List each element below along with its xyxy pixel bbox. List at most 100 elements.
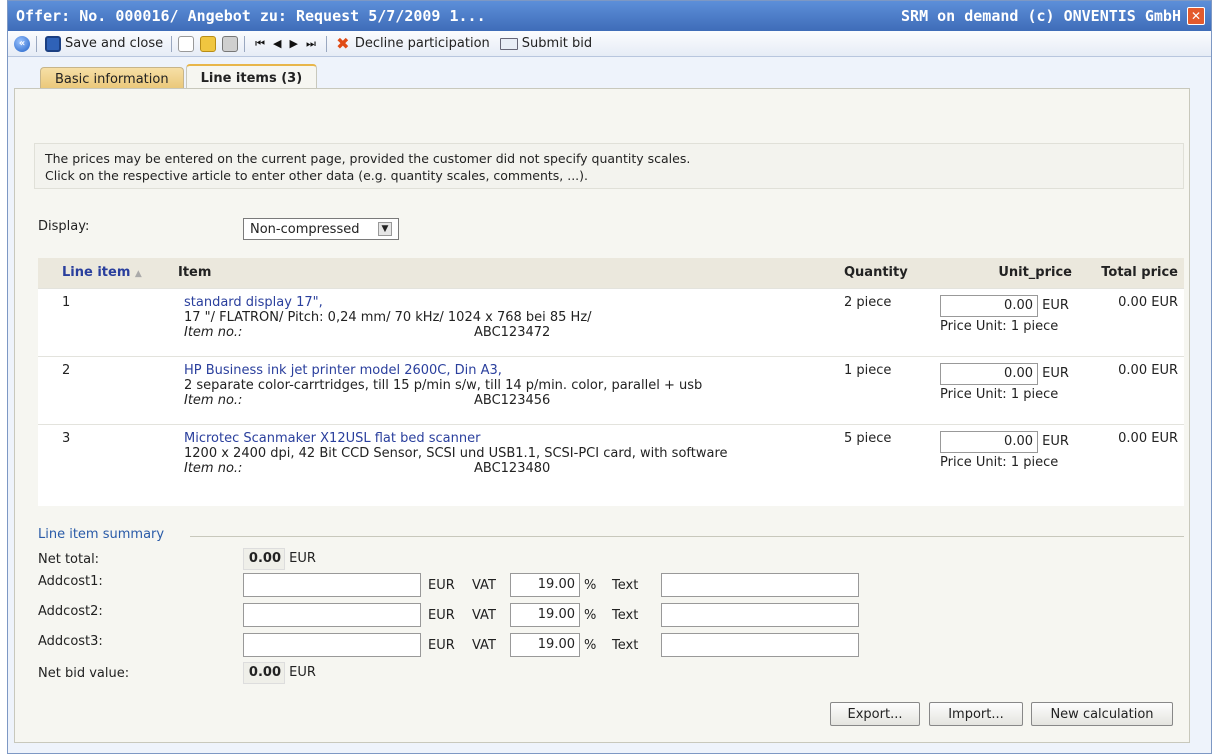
net-total-label: Net total: bbox=[38, 552, 100, 567]
submit-icon bbox=[499, 37, 518, 50]
item-no-label: Item no.: bbox=[184, 392, 243, 408]
open-folder-icon[interactable] bbox=[200, 35, 217, 52]
addcost2-vat-input[interactable]: 19.00 bbox=[510, 603, 580, 627]
line-items-table: Line item ▲ Item Quantity Unit_price Tot… bbox=[38, 258, 1184, 506]
item-description: 1200 x 2400 dpi, 42 Bit CCD Sensor, SCSI… bbox=[184, 445, 728, 461]
header-line-item-label: Line item bbox=[62, 265, 131, 281]
net-bid-currency: EUR bbox=[289, 665, 316, 680]
header-total-price: Total price bbox=[1078, 258, 1184, 288]
addcost3-amount-input[interactable] bbox=[243, 633, 421, 657]
addcost3-vat-input[interactable]: 19.00 bbox=[510, 633, 580, 657]
last-record-icon[interactable]: ⏭ bbox=[302, 37, 320, 51]
export-button[interactable]: Export... bbox=[830, 702, 920, 726]
tab-basic-information[interactable]: Basic information bbox=[40, 67, 184, 90]
new-document-icon[interactable] bbox=[178, 35, 195, 52]
total-price-cell: 0.00 EUR bbox=[1078, 423, 1184, 506]
summary-legend: Line item summary bbox=[38, 527, 165, 542]
total-price-cell: 0.00 EUR bbox=[1078, 355, 1184, 424]
close-icon[interactable]: ✕ bbox=[1187, 7, 1205, 25]
toolbar-separator bbox=[244, 35, 246, 52]
submit-label: Submit bid bbox=[521, 36, 593, 51]
toolbar-separator bbox=[36, 35, 37, 52]
printer-icon[interactable] bbox=[222, 35, 239, 52]
unit-price-input[interactable]: 0.00 bbox=[940, 362, 1038, 385]
item-no-value: ABC123480 bbox=[474, 460, 551, 476]
addcost2-text-input[interactable] bbox=[661, 603, 859, 627]
header-quantity: Quantity bbox=[838, 258, 928, 288]
title-bar: Offer: No. 000016/ Angebot zu: Request 5… bbox=[8, 1, 1211, 31]
total-price-cell: 0.00 EUR bbox=[1078, 287, 1184, 356]
addcost2-amount-input[interactable] bbox=[243, 603, 421, 627]
price-unit-label: Price Unit: 1 piece bbox=[940, 386, 1059, 402]
net-total-currency: EUR bbox=[289, 551, 316, 566]
addcost1-text-input[interactable] bbox=[661, 573, 859, 597]
addcost3-vat-label: VAT bbox=[472, 638, 496, 653]
net-total-amount: 0.00 bbox=[243, 548, 285, 570]
summary-divider bbox=[190, 536, 1184, 537]
price-unit-label: Price Unit: 1 piece bbox=[940, 318, 1059, 334]
addcost2-text-label: Text bbox=[612, 608, 639, 623]
import-button[interactable]: Import... bbox=[929, 702, 1023, 726]
addcost1-vat-input[interactable]: 19.00 bbox=[510, 573, 580, 597]
price-unit-label: Price Unit: 1 piece bbox=[940, 454, 1059, 470]
header-unit-price: Unit_price bbox=[928, 258, 1078, 288]
addcost1-currency: EUR bbox=[428, 578, 455, 593]
floppy-disk-icon bbox=[45, 35, 61, 52]
window-title: Offer: No. 000016/ Angebot zu: Request 5… bbox=[16, 7, 486, 25]
item-title-link[interactable]: Microtec Scanmaker X12USL flat bed scann… bbox=[184, 431, 798, 446]
item-description: 17 "/ FLATRON/ Pitch: 0,24 mm/ 70 kHz/ 1… bbox=[184, 309, 592, 325]
save-close-button[interactable]: Save and close bbox=[43, 35, 165, 52]
net-total-value: 0.00 EUR bbox=[243, 548, 323, 570]
addcost1-vat-label: VAT bbox=[472, 578, 496, 593]
first-record-icon[interactable]: ⏮ bbox=[251, 37, 269, 51]
unit-price-input[interactable]: 0.00 bbox=[940, 294, 1038, 317]
addcost3-percent: % bbox=[584, 638, 597, 653]
item-no-label: Item no.: bbox=[184, 460, 243, 476]
chevron-down-icon: ▼ bbox=[378, 222, 392, 236]
next-record-icon[interactable]: ▶ bbox=[286, 37, 302, 50]
quantity-cell: 5 piece bbox=[838, 423, 928, 506]
net-bid-label: Net bid value: bbox=[38, 666, 130, 681]
new-calculation-button[interactable]: New calculation bbox=[1031, 702, 1173, 726]
addcost1-text-label: Text bbox=[612, 578, 639, 593]
table-header-row: Line item ▲ Item Quantity Unit_price Tot… bbox=[38, 258, 1184, 288]
item-title-link[interactable]: HP Business ink jet printer model 2600C,… bbox=[184, 363, 832, 378]
previous-record-icon[interactable]: ◀ bbox=[269, 37, 285, 50]
submit-bid-button[interactable]: Submit bid bbox=[498, 36, 594, 51]
red-x-icon: ✖ bbox=[336, 33, 350, 53]
addcost3-label: Addcost3: bbox=[38, 634, 103, 649]
addcost3-text-label: Text bbox=[612, 638, 639, 653]
back-icon[interactable]: « bbox=[14, 35, 30, 52]
toolbar: « Save and close ⏮ ◀ ▶ ⏭ ✖ Decline parti… bbox=[8, 31, 1211, 57]
item-no-value: ABC123456 bbox=[474, 392, 551, 408]
unit-price-input[interactable]: 0.00 bbox=[940, 430, 1038, 453]
tab-line-items[interactable]: Line items (3) bbox=[185, 64, 318, 91]
info-box: The prices may be entered on the current… bbox=[34, 143, 1184, 189]
display-select-value: Non-compressed bbox=[250, 221, 360, 237]
addcost2-percent: % bbox=[584, 608, 597, 623]
decline-participation-button[interactable]: ✖ Decline participation bbox=[333, 33, 492, 53]
currency-label: EUR bbox=[1042, 365, 1069, 381]
addcost1-amount-input[interactable] bbox=[243, 573, 421, 597]
currency-label: EUR bbox=[1042, 297, 1069, 313]
toolbar-separator bbox=[171, 35, 173, 52]
addcost3-text-input[interactable] bbox=[661, 633, 859, 657]
row-number: 2 bbox=[38, 355, 172, 424]
net-bid-value: 0.00 EUR bbox=[243, 662, 323, 684]
display-select[interactable]: Non-compressed ▼ bbox=[243, 218, 399, 240]
table-row: 1 standard display 17", 17 "/ FLATRON/ P… bbox=[38, 287, 1184, 356]
table-row: 3 Microtec Scanmaker X12USL flat bed sca… bbox=[38, 423, 1184, 506]
addcost1-percent: % bbox=[584, 578, 597, 593]
item-no-label: Item no.: bbox=[184, 324, 243, 340]
item-description: 2 separate color-carrtridges, till 15 p/… bbox=[184, 377, 703, 393]
header-line-item[interactable]: Line item ▲ bbox=[38, 258, 172, 288]
item-title-link[interactable]: standard display 17", bbox=[184, 295, 832, 310]
tab-bar: Basic information Line items (3) bbox=[40, 64, 319, 91]
net-bid-amount: 0.00 bbox=[243, 662, 285, 684]
header-item: Item bbox=[172, 258, 838, 288]
save-close-label: Save and close bbox=[65, 36, 164, 51]
quantity-cell: 1 piece bbox=[838, 355, 928, 424]
addcost1-label: Addcost1: bbox=[38, 574, 103, 589]
display-label: Display: bbox=[38, 219, 90, 234]
item-no-value: ABC123472 bbox=[474, 324, 551, 340]
